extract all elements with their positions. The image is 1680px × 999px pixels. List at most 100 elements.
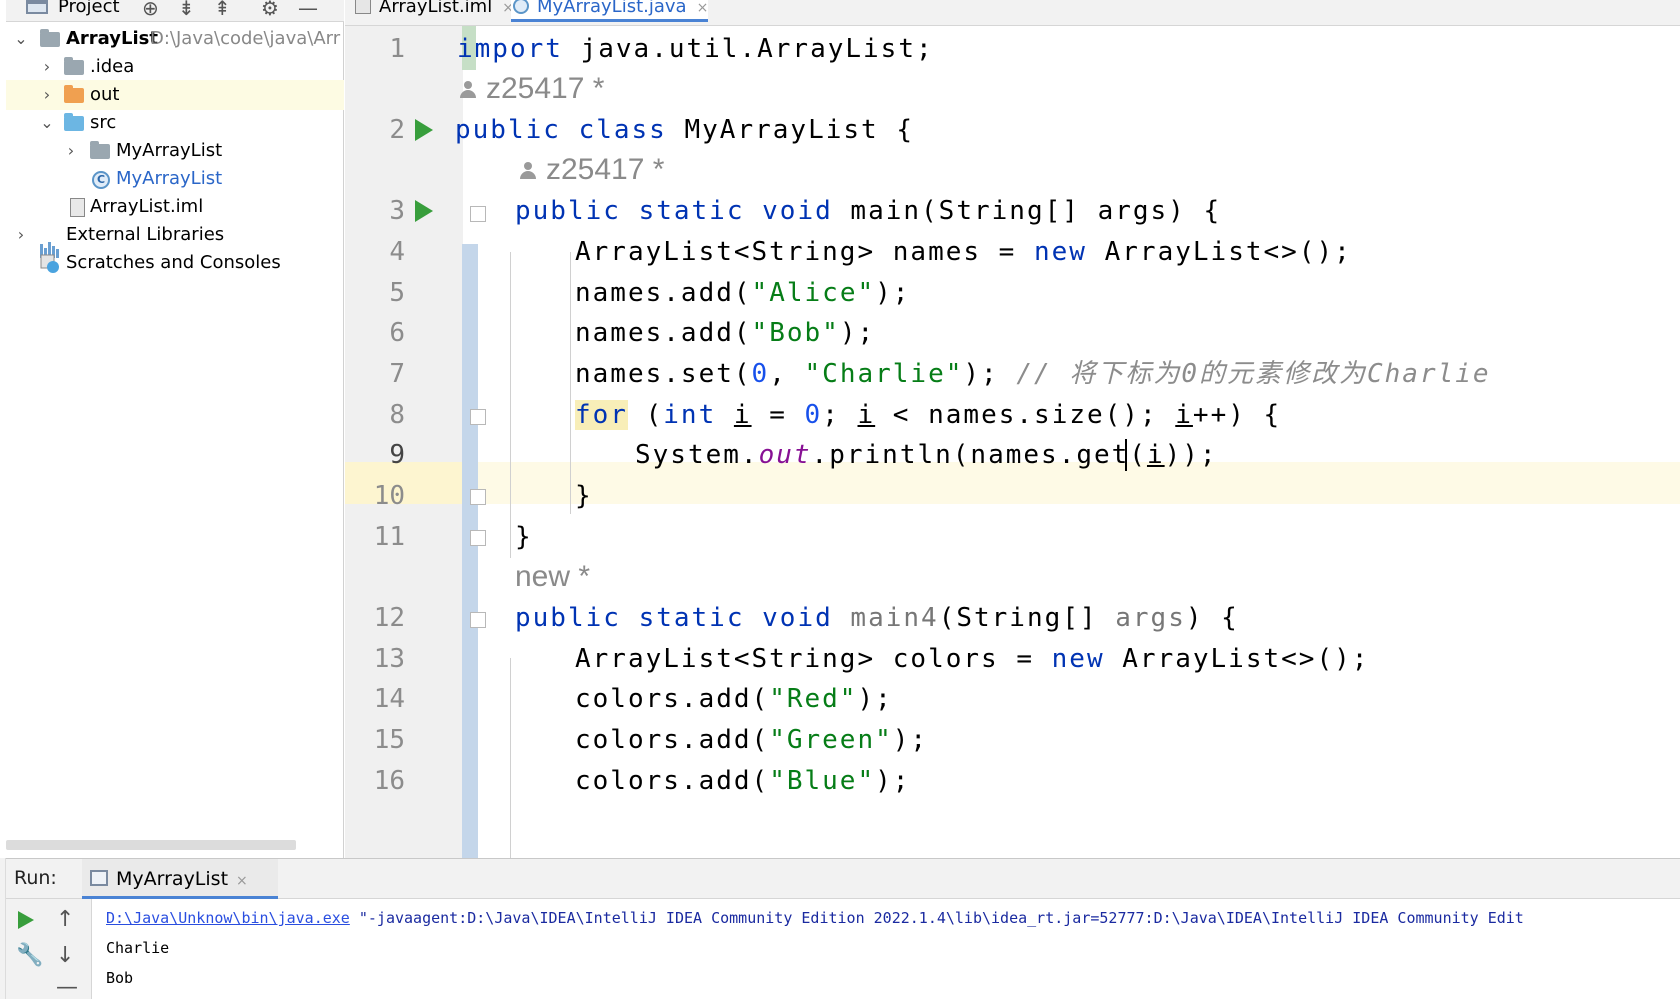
code-line-15[interactable]: colors.add("Green"); xyxy=(575,719,928,761)
indent-guide xyxy=(510,658,511,858)
code-line-2[interactable]: public class MyArrayList { xyxy=(455,109,914,151)
text-cursor xyxy=(1125,439,1127,471)
keyword: public static void xyxy=(515,196,833,226)
loop-variable: i xyxy=(1146,440,1165,470)
wrench-icon[interactable]: 🔧 xyxy=(16,945,43,967)
author-hint[interactable]: z25417 * xyxy=(460,68,604,110)
horizontal-scrollbar[interactable] xyxy=(6,840,296,850)
fold-icon[interactable] xyxy=(470,489,486,505)
close-icon[interactable]: × xyxy=(236,873,248,889)
expand-all-icon[interactable]: ⇟ xyxy=(178,0,195,18)
chevron-right-icon[interactable]: › xyxy=(14,220,28,250)
author-hint[interactable]: new * xyxy=(515,556,590,598)
code-text: ( xyxy=(627,400,664,430)
code-text: (String[] xyxy=(938,603,1116,633)
close-icon[interactable]: × xyxy=(697,0,709,16)
chevron-right-icon[interactable]: › xyxy=(64,136,78,166)
hide-icon[interactable]: — xyxy=(298,0,318,18)
console-output[interactable]: D:\Java\Unknow\bin\java.exe "-javaagent:… xyxy=(106,903,1524,993)
line-number: 1 xyxy=(389,34,405,64)
fold-icon[interactable] xyxy=(470,409,486,425)
tab-arraylist-iml[interactable]: ArrayList.iml × xyxy=(353,0,514,22)
author-hint[interactable]: z25417 * xyxy=(520,149,664,191)
person-icon xyxy=(520,162,536,180)
code-line-6[interactable]: names.add("Bob"); xyxy=(575,312,875,354)
chevron-right-icon[interactable]: › xyxy=(40,52,54,82)
author-text: z25417 * xyxy=(546,153,665,186)
line-number: 8 xyxy=(389,400,405,430)
code-line-7[interactable]: names.set(0, "Charlie"); // 将下标为0的元素修改为C… xyxy=(575,353,1491,395)
code-line-16[interactable]: colors.add("Blue"); xyxy=(575,760,910,802)
string-literal: "Green" xyxy=(769,725,893,755)
code-line-14[interactable]: colors.add("Red"); xyxy=(575,678,893,720)
vcs-modified-marker xyxy=(462,244,478,858)
run-tab-myarraylist[interactable]: MyArrayList × xyxy=(82,859,278,899)
code-editor[interactable]: 1 2 3 4 5 6 7 8 9 10 11 12 13 14 15 16 i… xyxy=(345,26,1680,858)
tree-item-idea[interactable]: › .idea xyxy=(6,52,344,82)
fold-icon[interactable] xyxy=(470,206,486,222)
tree-item-label: External Libraries xyxy=(66,224,225,245)
code-line-11[interactable]: } xyxy=(515,516,533,558)
tree-item-project-root[interactable]: ⌄ ArrayList D:\Java\code\java\Arr xyxy=(6,24,344,54)
code-line-5[interactable]: names.add("Alice"); xyxy=(575,272,910,314)
module-folder-icon xyxy=(40,29,60,47)
code-line-13[interactable]: ArrayList<String> colors = new ArrayList… xyxy=(575,638,1369,680)
string-literal: "Bob" xyxy=(751,318,840,348)
keyword: for xyxy=(575,400,628,430)
console-line: Bob xyxy=(106,969,134,987)
code-text: colors.add( xyxy=(575,725,770,755)
java-exe-link[interactable]: D:\Java\Unknow\bin\java.exe xyxy=(106,909,350,927)
run-class-icon[interactable] xyxy=(415,119,433,141)
arrow-down-icon[interactable]: ↓ xyxy=(56,945,74,967)
tree-item-src[interactable]: ⌄ src xyxy=(6,108,344,138)
scratches-icon xyxy=(40,254,59,273)
code-text: java.util.ArrayList; xyxy=(562,34,934,64)
minimize-icon[interactable]: — xyxy=(56,977,78,999)
tree-item-package[interactable]: › MyArrayList xyxy=(6,136,344,166)
fold-icon[interactable] xyxy=(470,612,486,628)
fold-icon[interactable] xyxy=(470,530,486,546)
code-line-4[interactable]: ArrayList<String> names = new ArrayList<… xyxy=(575,231,1352,273)
tree-item-label: MyArrayList xyxy=(116,168,223,189)
code-line-1[interactable]: import java.util.ArrayList; xyxy=(457,28,934,70)
arrow-up-icon[interactable]: ↑ xyxy=(56,909,74,931)
tree-item-scratches[interactable]: Scratches and Consoles xyxy=(6,248,344,278)
package-icon xyxy=(90,141,110,159)
tree-item-class[interactable]: C MyArrayList xyxy=(6,164,344,194)
tree-item-iml[interactable]: ArrayList.iml xyxy=(6,192,344,222)
line-number: 9 xyxy=(389,440,405,470)
string-literal: "Alice" xyxy=(751,278,876,308)
code-text: colors.add( xyxy=(575,766,770,796)
module-file-icon xyxy=(70,198,85,217)
source-folder-icon xyxy=(64,113,84,131)
line-number: 3 xyxy=(389,196,405,226)
tree-item-out[interactable]: › out xyxy=(6,80,344,110)
code-line-10[interactable]: } xyxy=(575,475,593,517)
tab-myarraylist-java[interactable]: MyArrayList.java × xyxy=(511,0,709,22)
run-main-icon[interactable] xyxy=(415,200,433,222)
console-command-line: D:\Java\Unknow\bin\java.exe "-javaagent:… xyxy=(106,903,1524,933)
line-number: 11 xyxy=(373,522,405,552)
rerun-icon[interactable] xyxy=(18,911,34,929)
locate-icon[interactable]: ⊕ xyxy=(142,0,159,18)
line-number: 4 xyxy=(389,237,405,267)
code-line-12[interactable]: public static void main4(String[] args) … xyxy=(515,597,1239,639)
chevron-right-icon[interactable]: › xyxy=(40,80,54,110)
number-literal: 0 xyxy=(804,400,823,430)
code-line-8[interactable]: for (int i = 0; i < names.size(); i++) { xyxy=(575,394,1281,436)
chevron-down-icon[interactable]: ⌄ xyxy=(14,24,28,54)
project-title[interactable]: Project xyxy=(58,0,120,17)
gear-icon[interactable]: ⚙ xyxy=(261,0,279,18)
run-header: Run: MyArrayList × xyxy=(6,859,1680,899)
keyword: public static void xyxy=(515,603,833,633)
collapse-all-icon[interactable]: ⇞ xyxy=(214,0,231,18)
tree-item-external-libraries[interactable]: › External Libraries xyxy=(6,220,344,258)
excluded-folder-icon xyxy=(64,85,84,103)
tree-item-label: ArrayList.iml xyxy=(90,196,204,217)
code-line-9[interactable]: System.out.println(names.get(i)); xyxy=(635,434,1218,476)
project-toolbar: Project ⊕ ⇟ ⇞ ⚙ — xyxy=(6,0,344,22)
loop-variable: i xyxy=(733,400,752,430)
loop-variable: i xyxy=(1175,400,1193,430)
code-line-3[interactable]: public static void main(String[] args) { xyxy=(515,190,1221,232)
chevron-down-icon[interactable]: ⌄ xyxy=(40,108,54,138)
